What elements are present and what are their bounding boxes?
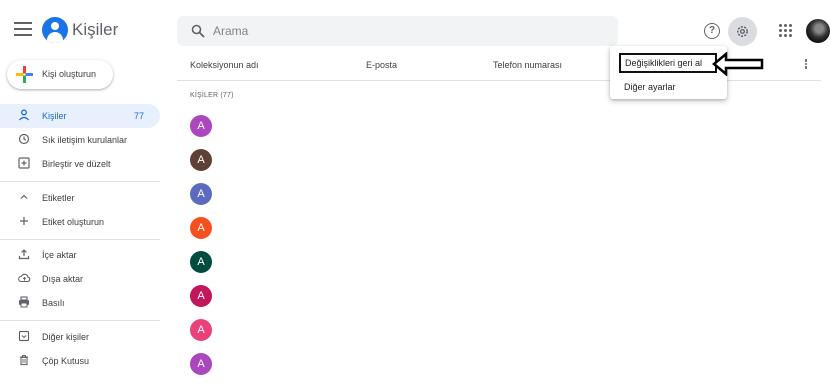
annotation-arrow-icon <box>712 52 764 76</box>
merge-icon <box>18 157 30 169</box>
column-header-email[interactable]: E-posta <box>366 60 397 70</box>
chevron-up-icon <box>18 191 30 203</box>
account-avatar[interactable] <box>806 19 830 43</box>
contacts-logo-icon <box>42 17 68 43</box>
trash-icon <box>18 354 30 366</box>
sidebar-item-trash[interactable]: Çöp Kutusu <box>0 349 160 373</box>
contact-avatar[interactable]: A <box>190 149 212 171</box>
sidebar-item-label: Çöp Kutusu <box>42 356 90 366</box>
main-menu-icon[interactable] <box>14 22 32 36</box>
contacts-app: Kişiler ? Kişi <box>0 0 830 386</box>
sidebar-item-import[interactable]: İçe aktar <box>0 243 160 267</box>
sidebar-item-print[interactable]: Basılı <box>0 291 160 315</box>
search-icon[interactable] <box>191 24 205 38</box>
sidebar-item-label: Sık iletişim kurulanlar <box>42 135 128 145</box>
create-contact-button[interactable]: Kişi oluşturun <box>7 60 113 89</box>
upload-icon <box>18 248 30 260</box>
person-icon <box>18 109 30 121</box>
sidebar-item-label: Etiket oluşturun <box>42 217 105 227</box>
print-icon <box>18 296 30 308</box>
sidebar-item-label: Birleştir ve düzelt <box>42 159 111 169</box>
app-title: Kişiler <box>72 20 119 39</box>
menu-item-other-settings[interactable]: Diğer ayarlar <box>610 76 727 96</box>
search-bar[interactable] <box>177 16 618 46</box>
menu-item-label: Değişiklikleri geri al <box>625 58 703 68</box>
sidebar-item-label: İçe aktar <box>42 250 77 260</box>
sidebar-item-create-label[interactable]: Etiket oluşturun <box>0 210 160 234</box>
contact-avatar[interactable]: A <box>190 319 212 341</box>
contact-count: 77 <box>133 111 144 121</box>
sidebar-item-merge[interactable]: Birleştir ve düzelt <box>0 152 160 176</box>
colorful-plus-icon <box>16 66 33 83</box>
history-icon <box>18 133 30 145</box>
column-header-phone[interactable]: Telefon numarası <box>493 60 562 70</box>
sidebar-item-frequent[interactable]: Sık iletişim kurulanlar <box>0 128 160 152</box>
sidebar-item-labels[interactable]: Etiketler <box>0 186 160 210</box>
settings-menu: Değişiklikleri geri al Diğer ayarlar <box>610 46 727 99</box>
sidebar-item-label: Dışa aktar <box>42 274 84 284</box>
apps-grid-icon[interactable] <box>779 24 793 38</box>
sidebar-divider <box>0 320 160 321</box>
contact-avatar[interactable]: A <box>190 353 212 375</box>
contact-avatar[interactable]: A <box>190 285 212 307</box>
sidebar-item-contacts[interactable]: Kişiler 77 <box>0 104 160 128</box>
contact-avatar[interactable]: A <box>190 183 212 205</box>
contact-avatar[interactable]: A <box>190 115 212 137</box>
sidebar-item-other-contacts[interactable]: Diğer kişiler <box>0 325 160 349</box>
create-contact-label: Kişi oluşturun <box>42 69 97 79</box>
more-options-icon[interactable] <box>803 58 809 72</box>
help-icon[interactable]: ? <box>704 23 720 39</box>
sidebar-item-label: Diğer kişiler <box>42 332 90 342</box>
contact-avatar[interactable]: A <box>190 217 212 239</box>
menu-item-label: Diğer ayarlar <box>624 82 676 92</box>
sidebar-item-label: Basılı <box>42 298 65 308</box>
sidebar-item-label: Etiketler <box>42 193 75 203</box>
sidebar-divider <box>0 239 160 240</box>
gear-icon <box>737 26 748 37</box>
contact-avatar[interactable]: A <box>190 251 212 273</box>
plus-icon <box>18 215 30 227</box>
menu-item-undo-changes[interactable]: Değişiklikleri geri al <box>619 53 717 73</box>
sidebar-divider <box>0 181 160 182</box>
settings-button[interactable] <box>728 17 757 46</box>
sidebar-item-export[interactable]: Dışa aktar <box>0 267 160 291</box>
section-label: KİŞİLER (77) <box>190 92 234 99</box>
sidebar-item-label: Kişiler <box>42 111 67 121</box>
archive-icon <box>18 330 30 342</box>
column-header-name[interactable]: Koleksiyonun adı <box>190 60 259 70</box>
search-input[interactable] <box>213 22 593 40</box>
cloud-upload-icon <box>18 272 31 284</box>
